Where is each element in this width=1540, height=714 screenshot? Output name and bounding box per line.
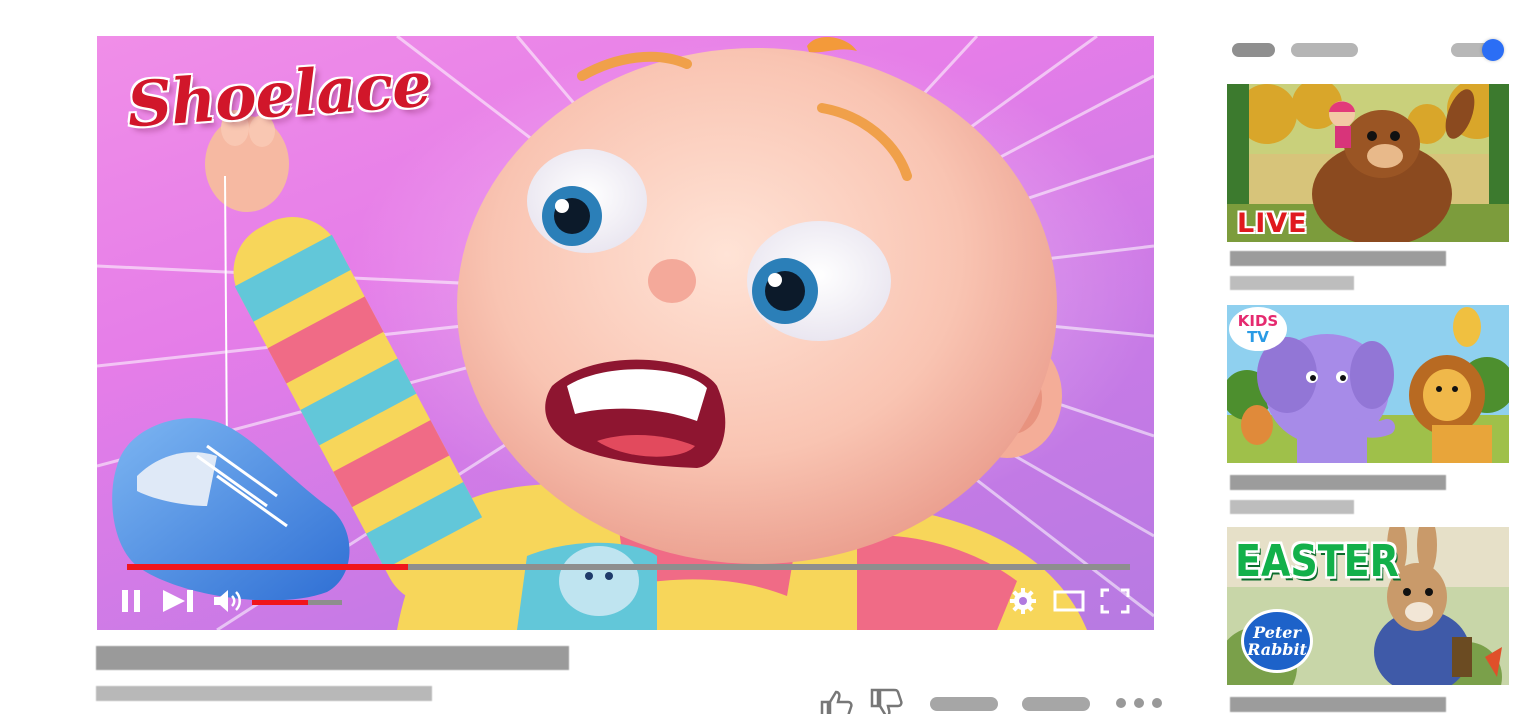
settings-button[interactable] xyxy=(1007,584,1039,618)
more-horizontal-icon xyxy=(1116,698,1162,708)
mute-button[interactable] xyxy=(211,584,245,618)
related-video-thumbnail-3[interactable]: EASTER Peter Rabbit xyxy=(1227,527,1509,685)
related-video-thumbnail-1[interactable]: LIVE xyxy=(1227,84,1509,242)
like-button[interactable] xyxy=(818,688,854,714)
related-video-channel-2 xyxy=(1230,500,1354,514)
dislike-button[interactable] xyxy=(868,688,904,714)
skip-next-icon xyxy=(163,590,193,612)
fullscreen-icon xyxy=(1100,588,1130,614)
player-controls xyxy=(97,584,1154,618)
video-player[interactable]: Shoelace xyxy=(97,36,1154,630)
sidebar-chip-all[interactable] xyxy=(1232,43,1275,57)
autoplay-toggle[interactable] xyxy=(1451,39,1505,61)
related-video-title-2[interactable] xyxy=(1230,475,1446,490)
gear-icon xyxy=(1010,588,1036,614)
peter-rabbit-logo: Peter Rabbit xyxy=(1241,609,1313,673)
video-title-placeholder xyxy=(96,646,569,670)
related-video-thumbnail-2[interactable]: KIDS TV xyxy=(1227,305,1509,463)
volume-slider[interactable] xyxy=(252,600,342,605)
video-watch-page: Shoelace LIVE KIDS TV EASTER Peter Rabbi… xyxy=(0,0,1540,714)
save-button[interactable] xyxy=(1022,697,1090,711)
kids-tv-logo: KIDS TV xyxy=(1229,307,1287,351)
theater-mode-button[interactable] xyxy=(1051,584,1087,618)
peter-rabbit-logo-line1: Peter xyxy=(1253,623,1301,642)
volume-icon xyxy=(214,590,241,612)
kids-tv-logo-line2: TV xyxy=(1247,328,1269,346)
seek-bar-played xyxy=(127,564,408,570)
easter-title-art: EASTER xyxy=(1235,535,1399,587)
peter-rabbit-logo-line2: Rabbit xyxy=(1247,640,1307,659)
autoplay-toggle-knob xyxy=(1482,39,1504,61)
pause-icon xyxy=(122,590,140,612)
related-video-channel-1 xyxy=(1230,276,1354,290)
sidebar-chip-related[interactable] xyxy=(1291,43,1358,57)
related-video-title-1[interactable] xyxy=(1230,251,1446,266)
live-badge: LIVE xyxy=(1237,208,1308,239)
next-button[interactable] xyxy=(159,584,197,618)
seek-bar[interactable] xyxy=(127,564,1130,570)
related-video-title-3[interactable] xyxy=(1230,697,1446,712)
more-actions-button[interactable] xyxy=(1114,696,1164,714)
pause-button[interactable] xyxy=(117,584,145,618)
theater-mode-icon xyxy=(1053,590,1085,612)
channel-info-placeholder xyxy=(96,686,432,701)
fullscreen-button[interactable] xyxy=(1097,584,1133,618)
kids-tv-logo-line1: KIDS xyxy=(1237,312,1279,330)
share-button[interactable] xyxy=(930,697,998,711)
thumbs-up-icon xyxy=(820,690,853,714)
thumbs-down-icon xyxy=(870,688,903,714)
volume-level xyxy=(252,600,308,605)
